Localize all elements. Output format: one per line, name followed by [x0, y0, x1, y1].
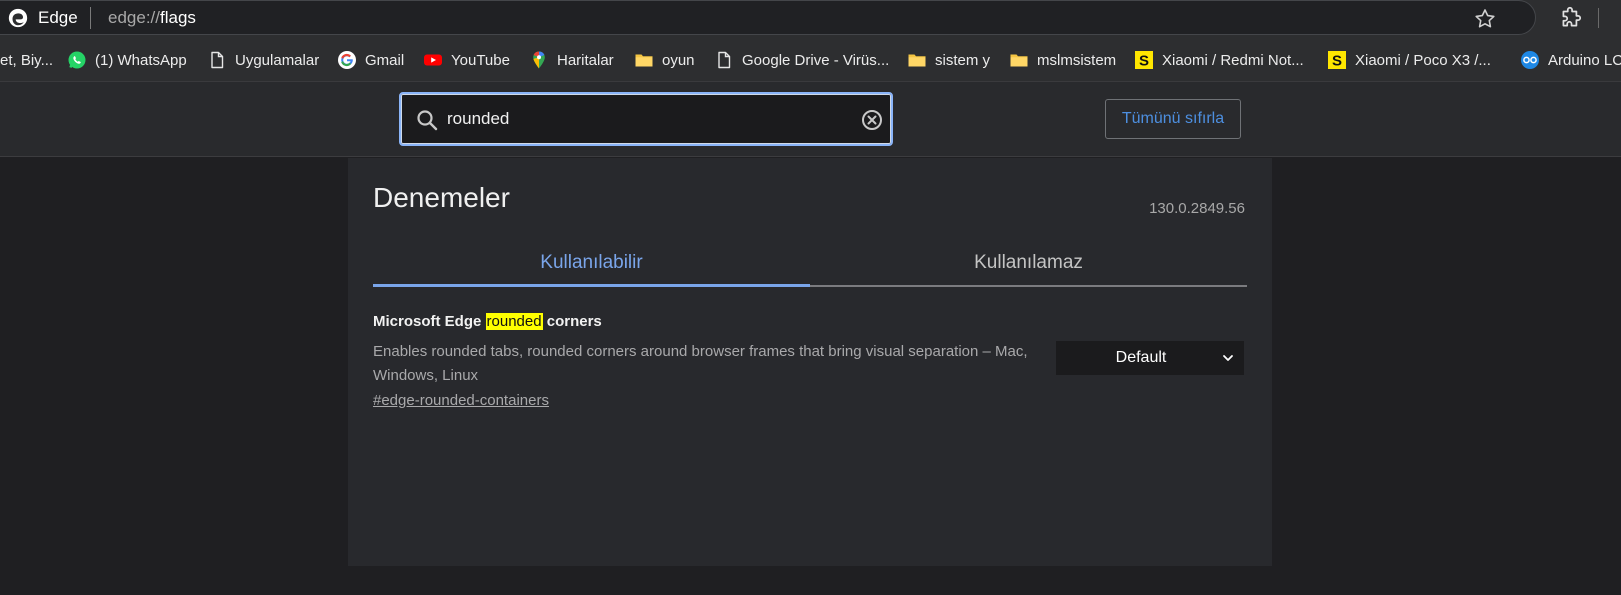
google-icon	[338, 51, 356, 69]
search-input[interactable]	[447, 106, 827, 132]
favorite-label: Gmail	[365, 51, 405, 69]
maps-pin-icon	[533, 51, 545, 69]
favorite-label: oyun	[662, 51, 695, 69]
favorite-item-xiaomi-redmi[interactable]: S Xiaomi / Redmi Not...	[1134, 49, 1304, 71]
s-badge-icon: S	[1135, 51, 1153, 70]
flag-title-suffix: corners	[542, 313, 602, 330]
favorite-star-icon[interactable]	[1473, 7, 1497, 31]
chevron-down-icon	[1223, 355, 1233, 361]
page-title: Denemeler	[373, 182, 510, 213]
edge-logo-icon	[8, 8, 28, 28]
version-label: 130.0.2849.56	[1149, 200, 1245, 217]
search-box[interactable]	[399, 92, 893, 146]
favorite-label: (1) WhatsApp	[95, 51, 187, 69]
dropdown-value: Default	[1115, 349, 1167, 366]
url-text[interactable]: edge://flags	[108, 8, 196, 28]
arduino-icon	[1521, 51, 1539, 69]
favorite-label: Xiaomi / Redmi Not...	[1162, 51, 1304, 69]
favorite-label: Arduino LC	[1548, 51, 1621, 69]
favorite-item-uygulamalar[interactable]: Uygulamalar	[207, 49, 319, 71]
url-host: flags	[160, 8, 196, 27]
flag-state-dropdown[interactable]: Default	[1056, 341, 1244, 375]
search-match-highlight: rounded	[485, 313, 543, 330]
omnibox[interactable]: Edge edge://flags	[0, 0, 1536, 35]
favorite-item-sistem-y[interactable]: sistem y	[907, 49, 990, 71]
favorite-item-gmail[interactable]: Gmail	[337, 49, 404, 71]
favorite-item-arduino[interactable]: Arduino LC	[1520, 49, 1621, 71]
folder-icon	[1010, 54, 1028, 67]
favorite-item-google-drive[interactable]: Google Drive - Virüs...	[714, 49, 889, 71]
favorite-label: Uygulamalar	[235, 51, 320, 69]
favorite-item-whatsapp[interactable]: (1) WhatsApp	[67, 49, 187, 71]
page-icon	[211, 51, 224, 69]
toolbar-divider	[1598, 8, 1599, 28]
favorite-label: Xiaomi / Poco X3 /...	[1355, 51, 1491, 69]
favorite-label: Haritalar	[557, 51, 614, 69]
svg-text:S: S	[1332, 53, 1342, 70]
url-scheme: edge://	[108, 8, 160, 27]
flag-title: Microsoft Edge rounded corners	[373, 313, 1247, 330]
favorites-bar: et, Biy... (1) WhatsApp Uygulamalar Gmai…	[0, 36, 1621, 82]
tab-available[interactable]: Kullanılabilir	[373, 243, 810, 287]
flag-title-prefix: Microsoft Edge	[373, 313, 486, 330]
favorite-item[interactable]: et, Biy...	[0, 49, 53, 71]
flags-header: Tümünü sıfırla	[0, 82, 1621, 157]
site-separator	[90, 7, 91, 29]
flags-panel: Denemeler 130.0.2849.56 Kullanılabilir K…	[348, 158, 1272, 566]
flag-permalink[interactable]: #edge-rounded-containers	[373, 392, 549, 409]
flag-description: Enables rounded tabs, rounded corners ar…	[373, 343, 1028, 384]
favorite-label: sistem y	[935, 51, 991, 69]
youtube-icon	[424, 54, 442, 66]
whatsapp-icon	[68, 51, 86, 69]
favorite-label: YouTube	[451, 51, 510, 69]
tab-bar: Kullanılabilir Kullanılamaz	[373, 243, 1247, 287]
favorite-item-oyun[interactable]: oyun	[634, 49, 695, 71]
favorite-item-haritalar[interactable]: Haritalar	[529, 49, 614, 71]
folder-icon	[635, 54, 653, 67]
folder-icon	[908, 54, 926, 67]
clear-search-icon[interactable]	[861, 109, 883, 131]
favorite-item-xiaomi-poco[interactable]: S Xiaomi / Poco X3 /...	[1327, 49, 1491, 71]
favorite-item-youtube[interactable]: YouTube	[423, 49, 510, 71]
extensions-puzzle-icon[interactable]	[1558, 5, 1584, 31]
favorite-item-mslmsistem[interactable]: mslmsistem	[1009, 49, 1116, 71]
site-name: Edge	[38, 8, 78, 27]
flag-entry: Microsoft Edge rounded corners Enables r…	[373, 313, 1247, 410]
favorite-label: mslmsistem	[1037, 51, 1117, 69]
address-bar: Edge edge://flags	[0, 0, 1621, 36]
favorite-label: Google Drive - Virüs...	[742, 51, 890, 69]
favorite-label: et, Biy...	[0, 51, 54, 69]
svg-text:S: S	[1139, 53, 1149, 70]
search-icon	[417, 110, 438, 131]
reset-all-button[interactable]: Tümünü sıfırla	[1105, 99, 1241, 139]
s-badge-icon: S	[1328, 51, 1346, 70]
tab-unavailable[interactable]: Kullanılamaz	[810, 243, 1247, 287]
page-icon	[718, 51, 731, 69]
